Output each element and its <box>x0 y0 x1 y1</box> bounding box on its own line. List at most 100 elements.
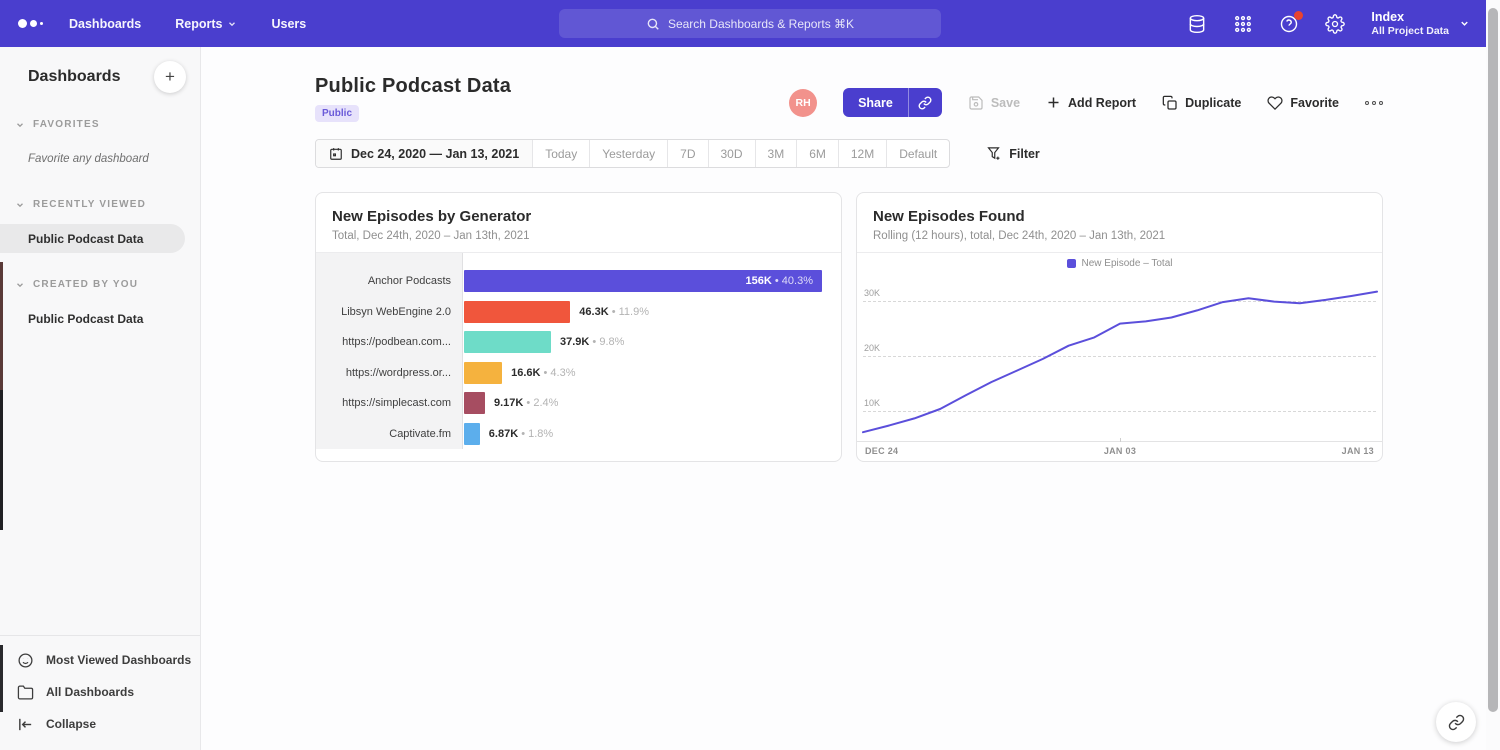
mixpanel-logo[interactable] <box>18 19 43 28</box>
bar-value-label: 156K • 40.3% <box>746 275 813 287</box>
bar-value-label: 46.3K • 11.9% <box>579 306 649 318</box>
preset-yesterday[interactable]: Yesterday <box>589 140 667 167</box>
sidebar-footer-all-dashboards[interactable]: All Dashboards <box>0 676 200 708</box>
bar-row[interactable]: https://simplecast.com 9.17K • 2.4% <box>316 388 841 419</box>
background-window-sliver <box>0 390 3 530</box>
public-badge[interactable]: Public <box>315 105 359 122</box>
line-chart-x-axis: DEC 24JAN 03JAN 13 <box>857 441 1382 459</box>
share-link-icon[interactable] <box>908 88 942 117</box>
page-title: Public Podcast Data <box>315 75 511 98</box>
preset-6m[interactable]: 6M <box>796 140 838 167</box>
bar-segment[interactable] <box>464 423 480 445</box>
bar-row[interactable]: Libsyn WebEngine 2.0 46.3K • 11.9% <box>316 297 841 328</box>
preset-default[interactable]: Default <box>886 140 949 167</box>
sidebar-section: CREATED BY YOU Public Podcast Data <box>0 279 200 333</box>
settings-gear-icon[interactable] <box>1325 14 1345 34</box>
sidebar-section: FAVORITES Favorite any dashboard <box>0 119 200 173</box>
legend-item[interactable]: New Episode – Total <box>1067 258 1173 269</box>
preset-12m[interactable]: 12M <box>838 140 886 167</box>
page-scrollbar[interactable] <box>1486 0 1500 750</box>
apps-grid-icon[interactable] <box>1233 14 1253 34</box>
nav-item-reports[interactable]: Reports <box>175 17 237 31</box>
line-chart-card[interactable]: New Episodes Found Rolling (12 hours), t… <box>856 192 1383 462</box>
bar-value-label: 37.9K • 9.8% <box>560 336 624 348</box>
data-management-icon[interactable] <box>1187 14 1207 34</box>
sidebar-section-header[interactable]: CREATED BY YOU <box>0 279 200 290</box>
bar-row[interactable]: Captivate.fm6.87K • 1.8% <box>316 419 841 450</box>
date-range-button[interactable]: Dec 24, 2020 — Jan 13, 2021 <box>316 140 532 167</box>
sidebar-footer-most-viewed-dashboards[interactable]: Most Viewed Dashboards <box>0 644 200 676</box>
search-placeholder: Search Dashboards & Reports ⌘K <box>668 17 854 31</box>
chevron-down-icon <box>15 280 25 290</box>
sidebar-item-dashboard[interactable]: Public Podcast Data <box>0 224 185 253</box>
more-options-icon[interactable] <box>1365 101 1383 105</box>
duplicate-button[interactable]: Duplicate <box>1162 95 1241 111</box>
search-input[interactable]: Search Dashboards & Reports ⌘K <box>559 9 941 38</box>
share-button-label[interactable]: Share <box>843 88 908 117</box>
bar-chart-plot: Anchor Podcasts 156K • 40.3% Libsyn WebEng… <box>316 253 841 461</box>
help-icon[interactable] <box>1279 14 1299 34</box>
line-chart-subtitle: Rolling (12 hours), total, Dec 24th, 202… <box>873 230 1366 242</box>
bar-category-label: Libsyn WebEngine 2.0 <box>316 306 464 318</box>
controls-row: Dec 24, 2020 — Jan 13, 2021 TodayYesterd… <box>315 139 1383 168</box>
bar-row[interactable]: https://wordpress.or... 16.6K • 4.3% <box>316 358 841 389</box>
chevron-down-icon <box>15 120 25 130</box>
chart-legend: New Episode – Total <box>857 253 1382 274</box>
sidebar-section-header[interactable]: FAVORITES <box>0 119 200 130</box>
preset-3m[interactable]: 3M <box>755 140 797 167</box>
bar-value-label: 16.6K • 4.3% <box>511 367 575 379</box>
line-chart-title: New Episodes Found <box>873 208 1366 225</box>
sidebar-section: RECENTLY VIEWED Public Podcast Data <box>0 199 200 253</box>
chevron-down-icon <box>227 19 237 29</box>
bar-segment[interactable] <box>464 392 485 414</box>
project-selector[interactable]: Index All Project Data <box>1371 10 1470 38</box>
bar-segment[interactable] <box>464 362 502 384</box>
copy-link-floating-button[interactable] <box>1436 702 1476 742</box>
main-content: Public Podcast Data Public RH Share Save <box>201 47 1500 750</box>
line-chart-plot: 10K20K30K <box>857 274 1382 441</box>
scrollbar-thumb[interactable] <box>1488 8 1498 712</box>
add-report-button[interactable]: Add Report <box>1046 95 1136 110</box>
bar-category-label: https://simplecast.com <box>316 397 464 409</box>
nav-item-users[interactable]: Users <box>271 17 306 31</box>
save-button[interactable]: Save <box>968 95 1020 111</box>
bar-category-label: Anchor Podcasts <box>316 275 464 287</box>
action-bar: RH Share Save Add Report Dupl <box>789 88 1383 117</box>
sidebar-placeholder-text: Favorite any dashboard <box>0 144 200 173</box>
sidebar-title: Dashboards <box>28 68 120 86</box>
smiley-icon <box>17 652 34 669</box>
share-button[interactable]: Share <box>843 88 942 117</box>
nav-item-dashboards[interactable]: Dashboards <box>69 17 141 31</box>
avatar[interactable]: RH <box>789 89 817 117</box>
search-icon <box>646 17 660 31</box>
bar-chart-card[interactable]: New Episodes by Generator Total, Dec 24t… <box>315 192 842 462</box>
top-navigation-bar: Dashboards Reports Users Search Dashboards… <box>0 0 1500 47</box>
preset-today[interactable]: Today <box>532 140 589 167</box>
bar-row[interactable]: Anchor Podcasts 156K • 40.3% <box>316 266 841 297</box>
project-subtitle: All Project Data <box>1371 25 1449 38</box>
collapse-icon <box>17 716 34 733</box>
sidebar-section-header[interactable]: RECENTLY VIEWED <box>0 199 200 210</box>
bar-segment[interactable]: 156K • 40.3% <box>464 270 822 292</box>
bar-segment[interactable] <box>464 331 551 353</box>
bar-chart-subtitle: Total, Dec 24th, 2020 – Jan 13th, 2021 <box>332 230 825 242</box>
chevron-down-icon <box>15 200 25 210</box>
bar-value-label: 9.17K • 2.4% <box>494 397 558 409</box>
bar-segment[interactable] <box>464 301 570 323</box>
sidebar-item-dashboard[interactable]: Public Podcast Data <box>0 304 200 333</box>
preset-30d[interactable]: 30D <box>708 140 755 167</box>
filter-button[interactable]: Filter <box>986 146 1040 161</box>
sidebar-footer-collapse[interactable]: Collapse <box>0 708 200 740</box>
bar-category-label: https://wordpress.or... <box>316 367 464 379</box>
favorite-button[interactable]: Favorite <box>1267 95 1339 111</box>
bar-chart-title: New Episodes by Generator <box>332 208 825 225</box>
preset-7d[interactable]: 7D <box>667 140 707 167</box>
sidebar-sections: FAVORITES Favorite any dashboard RECENTLY … <box>0 119 200 333</box>
new-dashboard-button[interactable]: + <box>154 61 186 93</box>
topnav-right-cluster: Index All Project Data <box>1187 10 1500 38</box>
bar-row[interactable]: https://podbean.com...37.9K • 9.8% <box>316 327 841 358</box>
background-window-sliver <box>0 645 3 712</box>
bar-category-label: Captivate.fm <box>316 428 464 440</box>
x-axis-tick-label: JAN 03 <box>1104 446 1136 456</box>
line-series[interactable] <box>861 274 1379 441</box>
